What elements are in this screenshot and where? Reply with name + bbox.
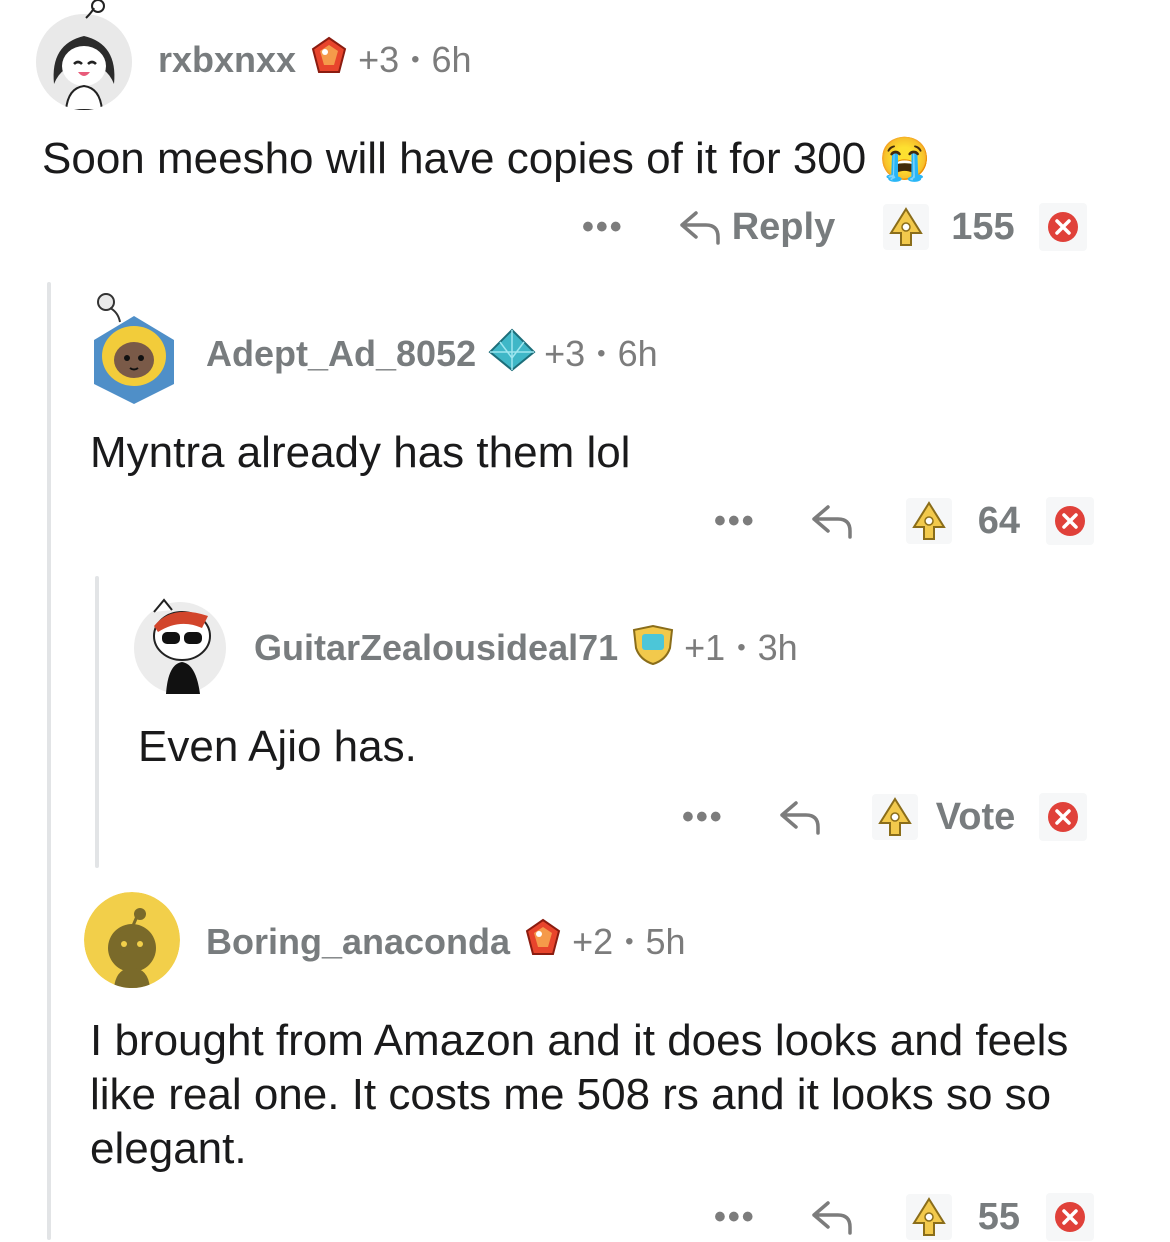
comment-meta: rxbxnxx +3 • 6h <box>158 36 472 82</box>
shield-badge-icon <box>630 622 676 675</box>
gold-upvote-icon <box>911 501 946 540</box>
username[interactable]: Boring_anaconda <box>206 921 510 963</box>
comment-body: Even Ajio has. <box>138 722 417 771</box>
downvote-x-icon <box>1048 802 1079 832</box>
karma-bonus: +3 <box>544 333 586 374</box>
downvote-x-icon <box>1055 506 1085 536</box>
avatar[interactable] <box>36 14 132 110</box>
separator-dot: • <box>625 928 634 955</box>
upvote-button[interactable] <box>883 204 930 250</box>
comment-body: I brought from Amazon and it does looks … <box>90 1016 1069 1173</box>
reply-icon <box>679 211 720 245</box>
more-options-button[interactable]: ••• <box>682 798 724 837</box>
more-options-button[interactable]: ••• <box>582 208 624 247</box>
timestamp: 5h <box>645 921 686 962</box>
comment-text: Soon meesho will have copies of it for 3… <box>42 134 867 183</box>
comment-actions: ••• 64 <box>714 496 1094 546</box>
downvote-button[interactable] <box>1039 793 1088 841</box>
downvote-button[interactable] <box>1046 497 1094 545</box>
reply-button[interactable] <box>808 501 854 541</box>
ruby-badge-icon <box>522 917 564 968</box>
timestamp: 6h <box>431 39 472 80</box>
upvote-button[interactable] <box>871 794 918 840</box>
separator-dot: • <box>737 634 746 661</box>
comment-actions: ••• Vote <box>682 792 1088 842</box>
comment-meta: GuitarZealousideal71 +1 • 3h <box>254 624 798 670</box>
username[interactable]: Adept_Ad_8052 <box>206 333 476 375</box>
comment-body: Soon meesho will have copies of it for 3… <box>42 132 1142 186</box>
thread-line-level2[interactable] <box>95 576 99 868</box>
diamond-badge-icon <box>488 328 536 381</box>
avatar[interactable] <box>86 288 182 404</box>
timestamp: 6h <box>617 333 658 374</box>
karma-bonus: +1 <box>684 627 726 668</box>
username[interactable]: rxbxnxx <box>158 39 296 81</box>
username[interactable]: GuitarZealousideal71 <box>254 627 618 669</box>
reply-label: Reply <box>731 205 836 248</box>
reply-button[interactable] <box>808 1197 854 1237</box>
downvote-x-icon <box>1047 212 1078 242</box>
downvote-button[interactable] <box>1038 203 1087 251</box>
vote-label: Vote <box>935 795 1016 838</box>
ruby-badge-icon <box>308 35 350 86</box>
separator-dot: • <box>411 46 420 73</box>
gold-upvote-icon <box>889 207 924 246</box>
thread-line-level1[interactable] <box>47 282 51 1240</box>
timestamp: 3h <box>757 627 798 668</box>
comment-actions: ••• 55 <box>714 1192 1094 1242</box>
karma-bonus: +3 <box>358 39 400 80</box>
upvote-button[interactable] <box>905 1194 952 1240</box>
downvote-x-icon <box>1055 1202 1085 1232</box>
reply-button[interactable]: Reply <box>676 206 835 249</box>
reply-icon <box>811 1201 852 1235</box>
reply-icon <box>811 505 852 539</box>
comment-meta: Adept_Ad_8052 +3 • 6h <box>206 328 658 376</box>
crying-emoji: 😭 <box>878 135 931 182</box>
avatar[interactable] <box>132 582 228 694</box>
more-options-button[interactable]: ••• <box>714 1198 756 1237</box>
more-options-button[interactable]: ••• <box>714 502 756 541</box>
comment-meta: Boring_anaconda +2 • 5h <box>206 918 686 964</box>
separator-dot: • <box>597 340 606 367</box>
antenna-icon <box>82 0 112 25</box>
downvote-button[interactable] <box>1046 1193 1094 1241</box>
vote-score: 55 <box>977 1195 1020 1238</box>
upvote-button[interactable] <box>905 498 952 544</box>
avatar[interactable] <box>84 892 180 988</box>
reply-button[interactable] <box>776 797 822 837</box>
karma-bonus: +2 <box>572 921 614 962</box>
comment-body: Myntra already has them lol <box>90 428 631 477</box>
gold-upvote-icon <box>911 1197 946 1236</box>
gold-upvote-icon <box>877 797 912 836</box>
vote-score: 155 <box>951 205 1015 248</box>
vote-score: 64 <box>977 499 1020 542</box>
comment-actions: ••• Reply 155 <box>582 202 1087 252</box>
reply-icon <box>779 801 820 835</box>
